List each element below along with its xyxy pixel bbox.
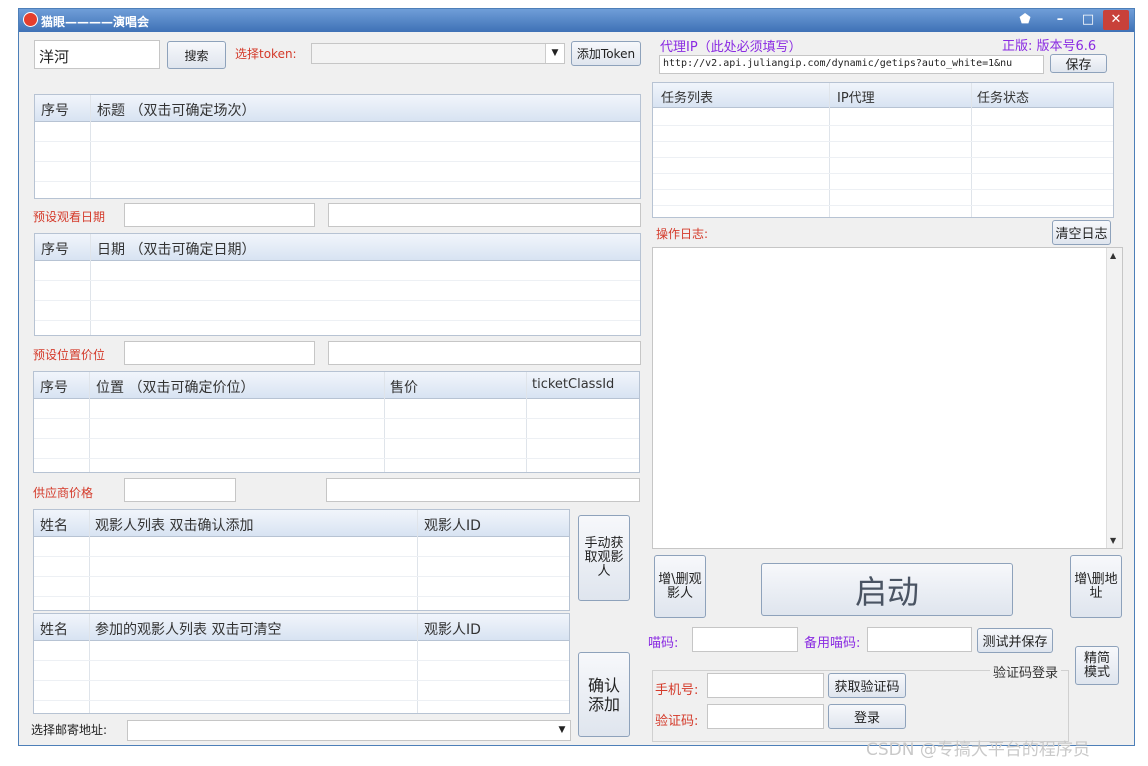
added-viewers-table[interactable]: 姓名 参加的观影人列表 双击可清空 观影人ID [33,613,570,714]
seat-table[interactable]: 序号 位置 （双击可确定价位） 售价 ticketClassId [33,371,640,473]
show-table[interactable]: 序号 标题 （双击可确定场次） [34,94,641,199]
date-input[interactable] [124,203,315,227]
code-label: 喵码: [648,636,679,651]
column-header: 参加的观影人列表 双击可清空 [95,622,282,638]
column-header: 序号 [41,103,69,119]
column-header: 位置 （双击可确定价位） [96,380,255,396]
title-bar: 猫眼————演唱会 ⬟ – □ ✕ [19,9,1134,32]
seat-label: 预设位置价位 [33,348,106,362]
login-group-label: 验证码登录 [990,662,1062,681]
search-button[interactable]: 搜索 [167,41,226,69]
clear-log-button[interactable]: 清空日志 [1052,220,1111,245]
column-header: 姓名 [40,622,68,638]
phone-label: 手机号: [655,683,699,698]
window-title: 猫眼————演唱会 [41,15,150,29]
backup-code-input[interactable] [867,627,972,652]
search-input[interactable]: 洋河 [34,40,160,69]
column-header: 标题 （双击可确定场次） [97,103,256,119]
skin-icon[interactable]: ⬟ [1012,10,1038,30]
verify-code-input[interactable] [707,704,824,729]
table-header: 序号 位置 （双击可确定价位） 售价 ticketClassId [34,372,639,399]
supplier-price-input[interactable] [124,478,236,502]
chevron-down-icon[interactable]: ▼ [554,721,570,740]
proxy-url-input[interactable]: http://v2.api.juliangip.com/dynamic/geti… [659,55,1044,74]
address-label: 选择邮寄地址: [31,723,108,737]
table-header: 姓名 参加的观影人列表 双击可清空 观影人ID [34,614,569,641]
viewers-table[interactable]: 姓名 观影人列表 双击确认添加 观影人ID [33,509,570,611]
date-label: 预设观看日期 [33,210,106,224]
test-save-button[interactable]: 测试并保存 [977,628,1053,653]
version-text: 正版: 版本号6.6 [1002,39,1097,54]
log-scrollbar[interactable]: ▲ ▼ [1106,248,1122,548]
table-header: 姓名 观影人列表 双击确认添加 观影人ID [34,510,569,537]
task-table[interactable]: 任务列表 IP代理 任务状态 [652,82,1114,218]
start-button[interactable]: 启动 [761,563,1013,616]
watermark: CSDN @专搞大平台的程序员 [866,740,1090,760]
login-button[interactable]: 登录 [828,704,906,729]
table-header: 任务列表 IP代理 任务状态 [653,83,1113,108]
simple-mode-button[interactable]: 精简模式 [1075,646,1119,685]
date-input-2[interactable] [328,203,641,227]
app-logo-icon [23,12,38,27]
code-input[interactable] [692,627,798,652]
proxy-label: 代理IP（此处必须填写） [660,40,802,55]
minimize-button[interactable]: – [1047,10,1073,30]
edit-address-button[interactable]: 增\删地址 [1070,555,1122,618]
scroll-down-icon[interactable]: ▼ [1110,536,1116,545]
phone-input[interactable] [707,673,824,698]
token-label: 选择token: [235,47,297,61]
column-header: ticketClassId [532,377,615,392]
backup-code-label: 备用喵码: [804,636,861,651]
add-token-button[interactable]: 添加Token [571,41,641,66]
supplier-label: 供应商价格 [33,486,94,500]
date-table[interactable]: 序号 日期 （双击可确定日期） [34,233,641,336]
confirm-add-button[interactable]: 确认添加 [578,652,630,737]
column-header: 日期 （双击可确定日期） [97,242,256,258]
column-header: 序号 [40,380,68,396]
column-header: 售价 [390,380,418,396]
log-label: 操作日志: [656,227,709,241]
column-header: 观影人ID [424,622,481,638]
maximize-button[interactable]: □ [1075,10,1101,30]
table-header: 序号 标题 （双击可确定场次） [35,95,640,122]
column-header: 观影人ID [424,518,481,534]
fetch-viewers-button[interactable]: 手动获取观影人 [578,515,630,601]
address-select[interactable]: ▼ [127,720,571,741]
column-header: 姓名 [40,518,68,534]
column-header: IP代理 [837,91,875,106]
seat-input[interactable] [124,341,315,365]
get-code-button[interactable]: 获取验证码 [828,673,906,698]
seat-input-2[interactable] [328,341,641,365]
column-header: 任务状态 [977,91,1030,106]
table-header: 序号 日期 （双击可确定日期） [35,234,640,261]
scroll-up-icon[interactable]: ▲ [1110,251,1116,260]
column-header: 任务列表 [661,91,714,106]
supplier-price-input-2[interactable] [326,478,640,502]
chevron-down-icon[interactable]: ▼ [545,44,564,63]
column-header: 观影人列表 双击确认添加 [95,518,254,534]
proxy-save-button[interactable]: 保存 [1050,54,1107,73]
verify-code-label: 验证码: [655,714,699,729]
edit-viewers-button[interactable]: 增\删观影人 [654,555,706,618]
column-header: 序号 [41,242,69,258]
close-button[interactable]: ✕ [1103,10,1129,30]
log-textarea[interactable]: ▲ ▼ [652,247,1123,549]
token-select[interactable]: ▼ [311,43,565,64]
